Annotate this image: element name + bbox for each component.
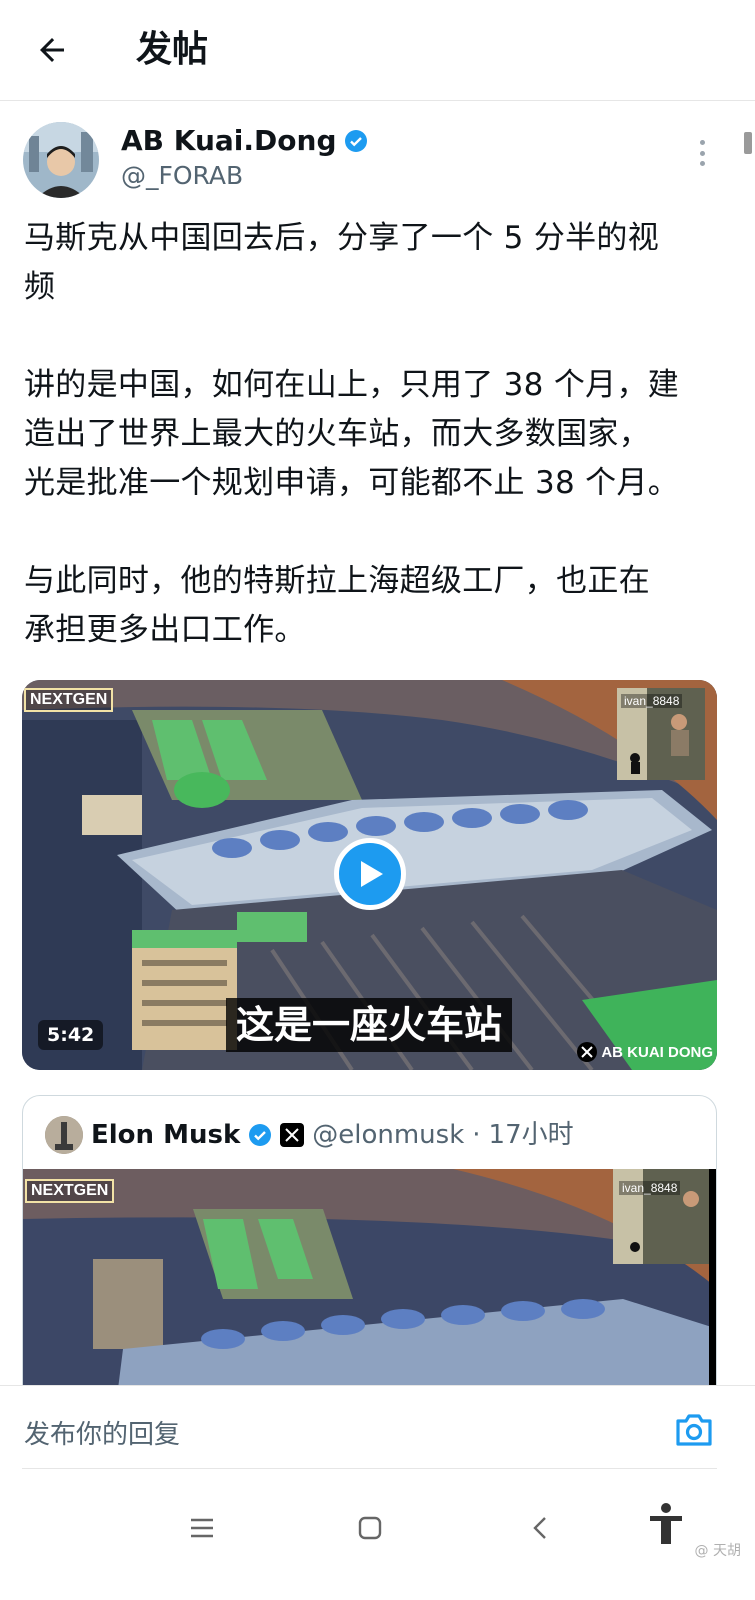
verified-badge-icon <box>345 130 368 152</box>
scrollbar-thumb[interactable] <box>744 132 752 154</box>
quoted-separator: · <box>472 1120 481 1150</box>
accessibility-icon <box>650 1503 682 1544</box>
quoted-inset-tag: ivan_8848 <box>619 1181 681 1195</box>
play-icon <box>361 861 383 887</box>
x-affiliate-icon <box>280 1123 305 1147</box>
camera-icon <box>676 1414 712 1446</box>
author-avatar[interactable] <box>23 122 99 198</box>
video-watermark: AB KUAI DONG <box>577 1042 713 1062</box>
more-options-button[interactable] <box>690 138 714 168</box>
reply-divider <box>22 1468 717 1469</box>
recent-apps-button[interactable] <box>182 1508 222 1548</box>
back-button[interactable] <box>30 28 74 72</box>
menu-icon <box>191 1518 213 1538</box>
quoted-video[interactable]: NEXTGEN ivan_8848 <box>23 1169 716 1414</box>
quoted-video-thumbnail <box>23 1169 716 1414</box>
author-handle[interactable]: @_FORAB <box>121 160 243 192</box>
system-back-button[interactable] <box>520 1508 560 1548</box>
brand-tag: NEXTGEN <box>24 688 114 712</box>
quoted-author-avatar[interactable] <box>45 1116 83 1154</box>
source-watermark: @ 天胡 <box>694 1543 741 1559</box>
top-bar: 发帖 <box>0 0 755 101</box>
reply-composer: 发布你的回复 <box>0 1385 755 1470</box>
quoted-author-name[interactable]: Elon Musk <box>91 1118 240 1152</box>
arrow-left-icon <box>40 38 64 62</box>
author-name-text: AB Kuai.Dong <box>121 124 337 157</box>
video-duration: 5:42 <box>38 1020 104 1050</box>
inset-video: ivan_8848 <box>617 688 705 780</box>
quoted-post-header: Elon Musk @elonmusk · 17小时 <box>45 1116 574 1154</box>
reply-input[interactable]: 发布你的回复 <box>24 1414 180 1451</box>
page-title: 发帖 <box>136 29 209 70</box>
back-chevron-icon <box>533 1517 546 1539</box>
system-nav-bar <box>0 1470 755 1600</box>
author-name[interactable]: AB Kuai.Dong <box>121 124 368 158</box>
watermark-text: AB KUAI DONG <box>601 1043 713 1061</box>
verified-badge-icon <box>249 1124 272 1146</box>
more-dot-icon <box>699 161 705 166</box>
quoted-post[interactable]: Elon Musk @elonmusk · 17小时 NEXTGEN ivan_… <box>22 1095 717 1415</box>
inset-tag: ivan_8848 <box>621 694 683 708</box>
quoted-brand-tag: NEXTGEN <box>25 1179 115 1203</box>
video-player[interactable]: NEXTGEN ivan_8848 5:42 这是一座火车站 AB KUAI D… <box>22 680 717 1070</box>
post-text: 马斯克从中国回去后，分享了一个 5 分半的视 频 讲的是中国，如何在山上，只用了… <box>24 220 680 648</box>
more-dot-icon <box>699 150 705 156</box>
quoted-time: 17小时 <box>488 1120 574 1150</box>
home-button[interactable] <box>350 1508 390 1548</box>
quoted-author-handle: @elonmusk <box>312 1120 465 1150</box>
more-dot-icon <box>699 140 705 145</box>
camera-button[interactable] <box>674 1412 714 1448</box>
accessibility-button[interactable] <box>644 1500 688 1548</box>
play-button[interactable] <box>334 838 406 910</box>
video-subtitle: 这是一座火车站 <box>226 998 513 1052</box>
x-logo-icon <box>577 1042 598 1062</box>
home-square-icon <box>358 1516 382 1540</box>
